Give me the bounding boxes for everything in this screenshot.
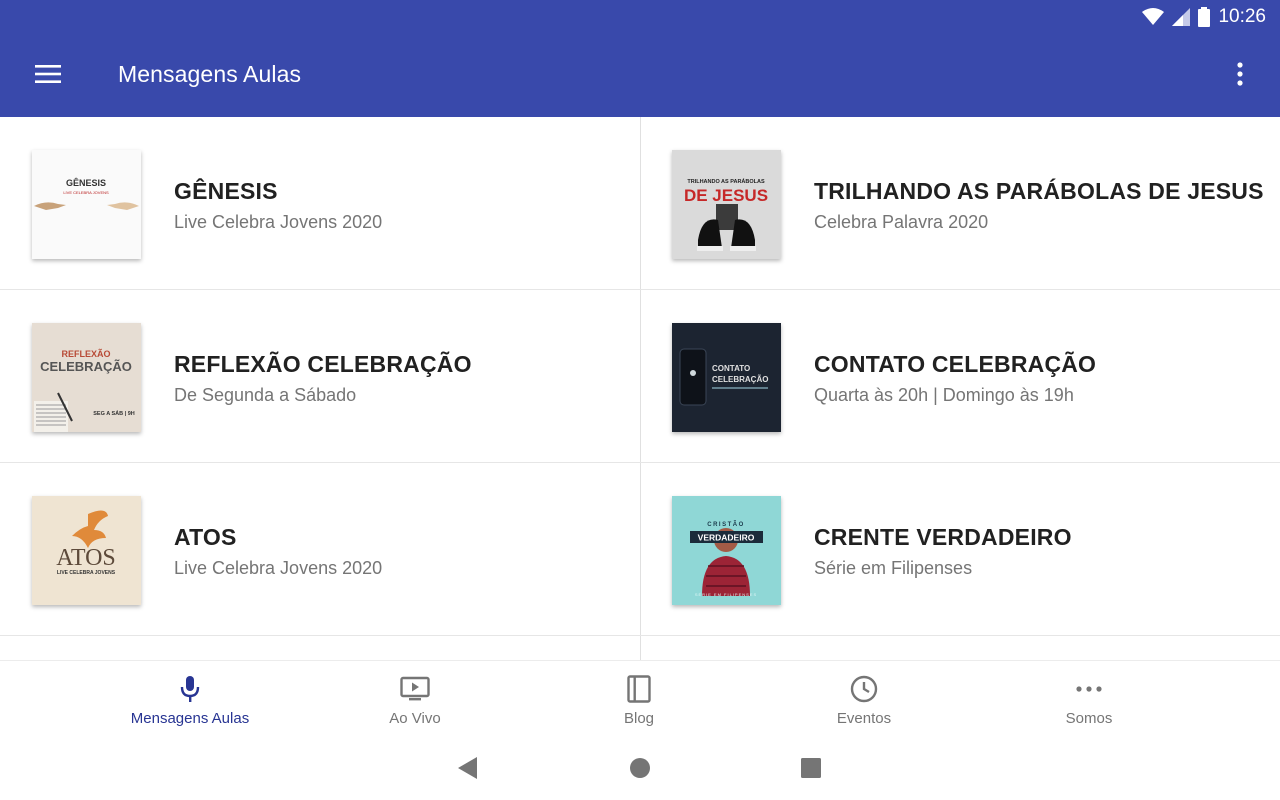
home-circle-icon <box>630 758 650 778</box>
nav-label: Somos <box>1065 710 1113 727</box>
menu-button[interactable] <box>22 52 74 96</box>
nav-mensagens-aulas[interactable]: Mensagens Aulas <box>100 661 280 741</box>
more-horizontal-icon <box>1076 686 1102 692</box>
overflow-menu-button[interactable] <box>1218 52 1262 96</box>
status-bar: 10:26 <box>1142 6 1266 28</box>
thumbnail-atos: ATOS LIVE CELEBRA JOVENS <box>32 496 141 605</box>
list-item-genesis[interactable]: GÊNESIS LIVE CELEBRA JOVENS GÊNESIS Live… <box>0 117 640 290</box>
system-back-button[interactable] <box>448 754 488 782</box>
thumb-reflexao-extra: SEG A SÁB | 9H <box>93 410 135 417</box>
microphone-icon <box>180 676 200 702</box>
thumb-genesis-title: GÊNESIS <box>66 177 106 188</box>
recents-square-icon <box>801 758 821 778</box>
thumbnail-crente-verdadeiro: CRISTÃO VERDADEIRO SÉRIE EM FILIPENSES <box>672 496 781 605</box>
status-time: 10:26 <box>1218 6 1266 27</box>
thumb-crente-sub: CRISTÃO <box>707 521 745 528</box>
nav-eventos[interactable]: Eventos <box>774 661 954 741</box>
list-item-contato[interactable]: CONTATO CELEBRAÇÃO CONTATO CELEBRAÇÃO Qu… <box>640 290 1280 463</box>
wifi-icon <box>1142 8 1165 25</box>
nav-label: Eventos <box>836 710 892 727</box>
list-item-atos[interactable]: ATOS LIVE CELEBRA JOVENS ATOS Live Celeb… <box>0 463 640 636</box>
clock-icon <box>850 675 878 703</box>
thumb-atos-sub: LIVE CELEBRA JOVENS <box>57 570 116 576</box>
system-navigation-bar <box>0 740 1280 800</box>
book-icon <box>627 675 651 703</box>
system-recents-button[interactable] <box>791 754 831 782</box>
item-title: TRILHANDO AS PARÁBOLAS DE JESUS <box>814 178 1264 204</box>
thumbnail-reflexao: REFLEXÃO CELEBRAÇÃO SEG A SÁB | 9H <box>32 323 141 432</box>
nav-ao-vivo[interactable]: Ao Vivo <box>325 661 505 741</box>
item-subtitle: De Segunda a Sábado <box>174 385 357 405</box>
item-title: ATOS <box>174 524 237 550</box>
thumb-crente-title: VERDADEIRO <box>698 533 755 543</box>
nav-label: Blog <box>623 710 655 727</box>
thumb-trilhando-title: DE JESUS <box>684 186 768 205</box>
thumbnail-trilhando: TRILHANDO AS PARÁBOLAS DE JESUS <box>672 150 781 259</box>
live-tv-icon <box>400 676 430 701</box>
item-subtitle: Live Celebra Jovens 2020 <box>174 212 383 232</box>
item-title: REFLEXÃO CELEBRAÇÃO <box>174 351 472 377</box>
item-subtitle: Quarta às 20h | Domingo às 19h <box>814 385 1074 405</box>
page-title: Mensagens Aulas <box>118 61 302 87</box>
thumb-contato-sub: CONTATO <box>712 364 750 373</box>
nav-label: Mensagens Aulas <box>130 710 250 727</box>
signal-icon <box>1172 8 1191 26</box>
message-grid: GÊNESIS LIVE CELEBRA JOVENS GÊNESIS Live… <box>0 117 1280 660</box>
list-item-trilhando[interactable]: TRILHANDO AS PARÁBOLAS DE JESUS TRILHAND… <box>640 117 1280 290</box>
system-home-button[interactable] <box>620 754 660 782</box>
thumb-genesis-sub: LIVE CELEBRA JOVENS <box>63 190 109 195</box>
item-subtitle: Série em Filipenses <box>814 558 973 578</box>
thumb-crente-extra: SÉRIE EM FILIPENSES <box>695 592 757 597</box>
item-title: CRENTE VERDADEIRO <box>814 524 1072 550</box>
thumb-reflexao-sub: REFLEXÃO <box>61 349 110 359</box>
nav-blog[interactable]: Blog <box>549 661 729 741</box>
nav-label: Ao Vivo <box>389 710 441 727</box>
more-vertical-icon <box>1237 62 1243 86</box>
thumb-contato-title: CELEBRAÇÃO <box>712 375 768 384</box>
item-subtitle: Celebra Palavra 2020 <box>814 212 989 232</box>
thumbnail-genesis: GÊNESIS LIVE CELEBRA JOVENS <box>32 150 141 259</box>
app-bar: 10:26 Mensagens Aulas <box>0 0 1280 117</box>
bottom-navigation: Mensagens Aulas Ao Vivo Blog Eventos Som… <box>0 660 1280 740</box>
nav-somos[interactable]: Somos <box>999 661 1179 741</box>
thumb-trilhando-sub: TRILHANDO AS PARÁBOLAS <box>687 178 765 185</box>
list-item-crente-verdadeiro[interactable]: CRISTÃO VERDADEIRO SÉRIE EM FILIPENSES C… <box>640 463 1280 636</box>
item-title: CONTATO CELEBRAÇÃO <box>814 351 1097 377</box>
back-triangle-icon <box>458 757 477 779</box>
battery-icon <box>1198 7 1211 27</box>
item-subtitle: Live Celebra Jovens 2020 <box>174 558 383 578</box>
thumb-atos-title: ATOS <box>56 545 116 571</box>
hamburger-menu-icon <box>35 65 61 83</box>
thumb-reflexao-title: CELEBRAÇÃO <box>40 359 132 374</box>
item-title: GÊNESIS <box>174 178 278 204</box>
thumbnail-contato: CONTATO CELEBRAÇÃO <box>672 323 781 432</box>
list-item-reflexao[interactable]: REFLEXÃO CELEBRAÇÃO SEG A SÁB | 9H REFLE… <box>0 290 640 463</box>
